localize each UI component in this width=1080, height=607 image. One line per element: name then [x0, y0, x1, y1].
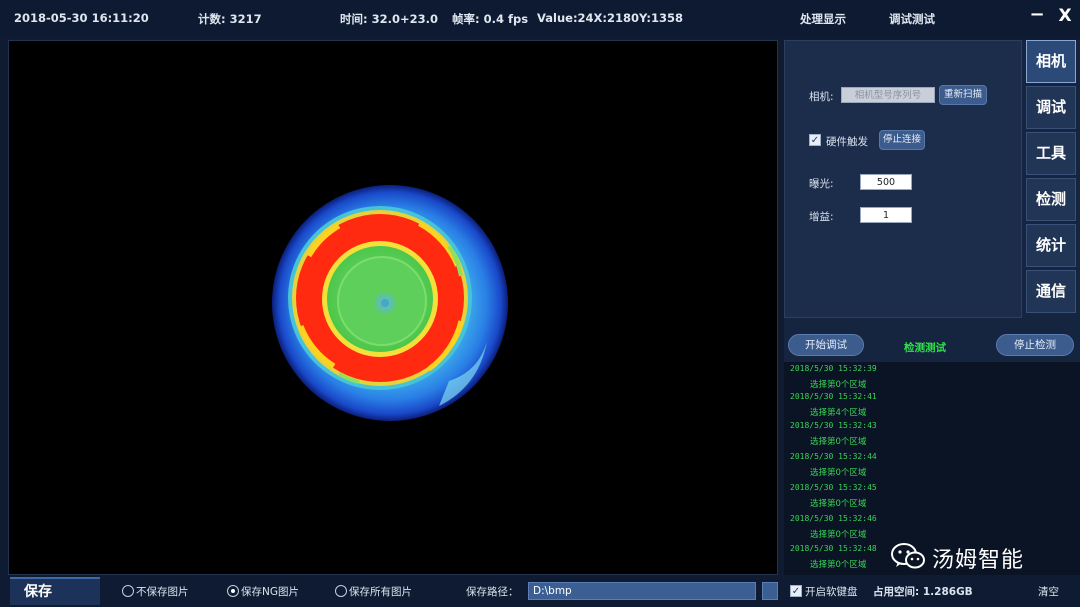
radio-save-all[interactable] — [335, 585, 347, 597]
log-line: 2018/5/30 15:32:43 — [790, 421, 877, 430]
watermark-text: 汤姆智能 — [932, 548, 1025, 573]
exposure-label: 曝光: — [809, 178, 834, 190]
count-readout: 计数: 3217 — [198, 12, 262, 26]
log-line: 选择第0个区域 — [810, 560, 867, 570]
watermark: 汤姆智能 — [890, 538, 1050, 574]
radio-save-ng[interactable] — [227, 585, 239, 597]
menu-process-display[interactable]: 处理显示 — [800, 11, 846, 27]
thermal-blob — [272, 185, 508, 421]
gain-label: 增益: — [809, 211, 834, 223]
top-status-bar: 2018-05-30 16:11:20 计数: 3217 时间: 32.0+23… — [0, 0, 1080, 38]
log-line: 选择第0个区域 — [810, 380, 867, 390]
log-line: 选择第0个区域 — [810, 530, 867, 540]
radio-no-save-label: 不保存图片 — [136, 586, 189, 598]
rescan-camera-button[interactable]: 重新扫描 — [939, 85, 987, 105]
tab-detect[interactable]: 检测 — [1026, 178, 1076, 221]
start-debug-button[interactable]: 开始调试 — [788, 334, 864, 356]
close-button[interactable]: X — [1056, 6, 1074, 26]
log-line: 选择第0个区域 — [810, 499, 867, 509]
minimize-button[interactable]: − — [1028, 6, 1046, 26]
tab-communication[interactable]: 通信 — [1026, 270, 1076, 313]
log-line: 选择第0个区域 — [810, 437, 867, 447]
log-line: 2018/5/30 15:32:41 — [790, 392, 877, 401]
stop-detection-button[interactable]: 停止检测 — [996, 334, 1074, 356]
hardware-trigger-checkbox[interactable]: ✓ — [809, 134, 821, 146]
log-line: 选择第4个区域 — [810, 408, 867, 418]
log-line: 选择第0个区域 — [810, 468, 867, 478]
stop-capture-button[interactable]: 停止连接 — [879, 130, 925, 150]
side-tab-strip: 相机 调试 工具 检测 统计 通信 — [1024, 40, 1080, 318]
tab-debug[interactable]: 调试 — [1026, 86, 1076, 129]
detection-controls: 开始调试 检测测试 停止检测 — [784, 332, 1080, 360]
soft-keyboard-checkbox[interactable]: ✓ — [790, 585, 802, 597]
save-section-title: 保存 — [10, 577, 100, 605]
hardware-trigger-label: 硬件触发 — [826, 136, 868, 148]
framerate-readout: 帧率: 0.4 fps — [452, 12, 529, 26]
log-line: 2018/5/30 15:32:44 — [790, 452, 877, 461]
log-line: 2018/5/30 15:32:48 — [790, 544, 877, 553]
exposure-input[interactable]: 500 — [860, 174, 912, 190]
save-path-label: 保存路径： — [466, 586, 519, 598]
radio-save-ng-label: 保存NG图片 — [241, 586, 299, 598]
log-line: 2018/5/30 15:32:39 — [790, 364, 877, 373]
value-readout: Value:24X:2180Y:1358 — [537, 11, 683, 25]
right-control-panel: 相机: 相机型号序列号 重新扫描 ✓ 硬件触发 停止连接 曝光: 500 增益:… — [784, 40, 1080, 575]
save-options-bar: 保存 不保存图片 保存NG图片 保存所有图片 保存路径： D:\bmp ✓ 开启… — [0, 577, 1080, 607]
log-line: 2018/5/30 15:32:46 — [790, 514, 877, 523]
datetime-readout: 2018-05-30 16:11:20 — [14, 11, 149, 25]
camera-image-viewport[interactable] — [8, 40, 778, 575]
clear-button[interactable]: 清空 — [1038, 584, 1059, 599]
radio-no-save[interactable] — [122, 585, 134, 597]
camera-select[interactable]: 相机型号序列号 — [841, 87, 935, 103]
menu-debug-test[interactable]: 调试测试 — [889, 11, 935, 27]
camera-label: 相机: — [809, 91, 834, 103]
time-readout: 时间: 32.0+23.0 — [340, 12, 438, 26]
disk-usage-readout: 占用空间: 1.286GB — [873, 586, 973, 598]
camera-settings-panel: 相机: 相机型号序列号 重新扫描 ✓ 硬件触发 停止连接 曝光: 500 增益:… — [784, 40, 1022, 318]
save-path-input[interactable]: D:\bmp — [528, 582, 756, 600]
log-line: 2018/5/30 15:32:45 — [790, 483, 877, 492]
gain-input[interactable]: 1 — [860, 207, 912, 223]
radio-save-all-label: 保存所有图片 — [349, 586, 412, 598]
tab-camera[interactable]: 相机 — [1026, 40, 1076, 83]
browse-path-button[interactable] — [762, 582, 778, 600]
tab-statistics[interactable]: 统计 — [1026, 224, 1076, 267]
thermal-image — [272, 185, 508, 421]
detection-status: 检测测试 — [904, 342, 946, 354]
wechat-icon — [891, 543, 925, 569]
tab-tools[interactable]: 工具 — [1026, 132, 1076, 175]
soft-keyboard-label: 开启软键盘 — [805, 586, 858, 598]
